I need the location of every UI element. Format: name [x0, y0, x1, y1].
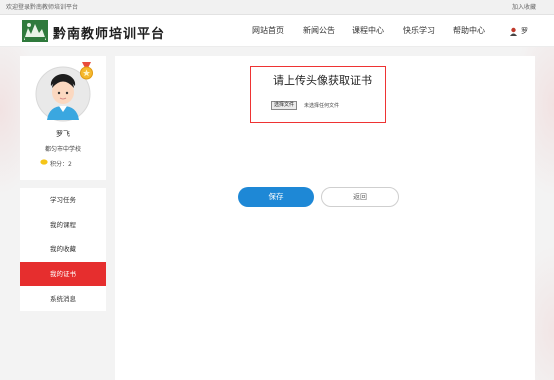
medal-icon [80, 62, 93, 80]
sidebar-item-tasks[interactable]: 学习任务 [20, 188, 106, 212]
back-button[interactable]: 返回 [321, 187, 399, 207]
add-favorite-link[interactable]: 加入收藏 [512, 0, 536, 15]
nav-courses[interactable]: 课程中心 [352, 15, 384, 47]
choose-file-button[interactable]: 选择文件 [271, 101, 298, 110]
sidebar-item-courses[interactable]: 我的课程 [20, 213, 106, 237]
save-button[interactable]: 保存 [238, 187, 314, 207]
welcome-text: 欢迎登录黔南教师培训平台 [6, 4, 79, 11]
sidebar-menu: 学习任务 我的课程 我的收藏 我的证书 系统消息 [20, 188, 106, 311]
main-panel: 请上传头像获取证书 选择文件 未选择任何文件 保存 返回 [115, 56, 535, 380]
top-strip: 欢迎登录黔南教师培训平台 加入收藏 [0, 0, 554, 15]
nav-home[interactable]: 网站首页 [252, 15, 284, 47]
profile-score: 积分：2 [50, 161, 72, 168]
nav-help[interactable]: 帮助中心 [453, 15, 485, 47]
sidebar-item-favorites[interactable]: 我的收藏 [20, 237, 106, 261]
upload-title: 请上传头像获取证书 [273, 74, 372, 87]
site-header: 黔南教师培训平台 网站首页 新闻公告 课程中心 快乐学习 帮助中心 罗 [0, 15, 554, 47]
profile-card: 罗飞 都匀市中学校 积分：2 [20, 56, 106, 180]
nav-news[interactable]: 新闻公告 [303, 15, 335, 47]
user-name[interactable]: 罗 [521, 15, 528, 47]
coin-icon [40, 159, 48, 165]
logo-icon[interactable] [22, 20, 48, 42]
nav-learning[interactable]: 快乐学习 [403, 15, 435, 47]
upload-section: 请上传头像获取证书 选择文件 未选择任何文件 [250, 66, 386, 123]
file-status-text: 未选择任何文件 [304, 103, 340, 109]
profile-name: 罗飞 [56, 130, 70, 138]
sidebar-item-certificates[interactable]: 我的证书 [20, 262, 106, 286]
sidebar-item-messages[interactable]: 系统消息 [20, 287, 106, 311]
user-avatar-icon[interactable] [509, 27, 518, 36]
site-title: 黔南教师培训平台 [53, 27, 166, 42]
profile-school: 都匀市中学校 [44, 146, 81, 153]
